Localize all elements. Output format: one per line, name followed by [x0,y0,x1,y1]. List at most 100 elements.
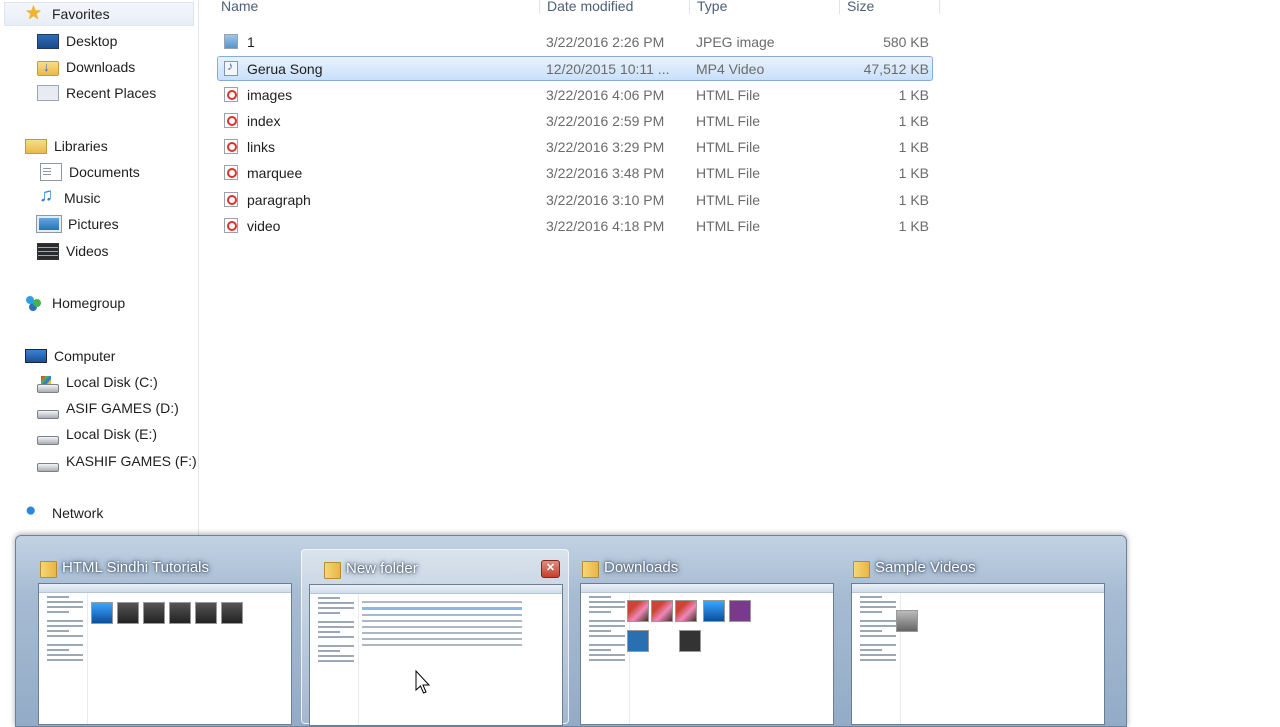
file-date: 12/20/2015 10:11 ... [546,61,670,77]
file-name: marquee [247,165,303,181]
close-icon[interactable]: ✕ [541,560,560,578]
thumbnail-downloads[interactable]: Downloads [560,549,834,725]
file-type: HTML File [696,192,761,208]
file-date: 3/22/2016 4:06 PM [546,87,665,103]
preview-content [362,597,558,725]
html-file-icon [224,192,238,207]
nav-favorites[interactable]: Favorites [4,2,194,26]
file-date: 3/22/2016 3:48 PM [546,165,665,181]
nav-label: Homegroup [52,295,126,311]
thumbnail-new-folder[interactable]: New folder ✕ [301,549,569,726]
folder-icon [40,559,58,578]
file-name: video [247,218,281,234]
nav-label: Network [52,505,104,521]
preview-nav [852,593,901,724]
file-type: HTML File [696,218,761,234]
window-preview [309,584,563,726]
nav-network[interactable]: Network [25,500,104,525]
nav-documents[interactable]: Documents [37,160,140,184]
column-header-date-modified[interactable]: Date modified [547,0,633,14]
nav-drive-d[interactable]: ASIF GAMES (D:) [37,396,179,420]
preview-toolbar [310,585,562,594]
nav-downloads[interactable]: Downloads [37,55,135,79]
homegroup-icon [25,294,45,312]
nav-label: Recent Places [66,85,157,101]
file-date: 3/22/2016 2:26 PM [546,34,665,50]
nav-label: Computer [54,348,116,364]
file-size: 1 KB [898,113,929,129]
column-divider[interactable] [689,0,690,14]
network-icon [25,500,45,522]
nav-label: ASIF GAMES (D:) [66,400,179,416]
file-type: HTML File [696,165,761,181]
nav-music[interactable]: Music [37,185,101,210]
file-row[interactable]: 1 3/22/2016 2:26 PM JPEG image 580 KB [217,29,933,54]
file-type: MP4 Video [696,61,765,77]
file-name: paragraph [247,192,311,208]
file-name: index [247,113,281,129]
file-name: images [247,87,293,103]
libraries-icon [25,138,47,154]
nav-label: Libraries [54,138,108,154]
column-divider[interactable] [839,0,840,14]
file-type: JPEG image [696,34,775,50]
desktop-icon [37,33,59,49]
file-row[interactable]: video 3/22/2016 4:18 PM HTML File 1 KB [217,213,933,238]
nav-label: Downloads [66,59,136,75]
file-row[interactable]: images 3/22/2016 4:06 PM HTML File 1 KB [217,82,933,107]
preview-toolbar [852,584,1104,593]
pictures-icon [36,215,62,233]
nav-drive-c[interactable]: Local Disk (C:) [37,370,158,394]
preview-nav [310,594,359,725]
file-row[interactable]: paragraph 3/22/2016 3:10 PM HTML File 1 … [217,187,933,212]
html-file-icon [224,87,238,102]
preview-content [91,596,287,724]
preview-nav [581,593,630,724]
file-name: links [247,139,276,155]
nav-computer[interactable]: Computer [25,344,115,368]
window-preview [38,583,292,725]
file-size: 1 KB [898,192,929,208]
file-row[interactable]: links 3/22/2016 3:29 PM HTML File 1 KB [217,134,933,159]
file-row-selected[interactable]: Gerua Song 12/20/2015 10:11 ... MP4 Vide… [217,56,933,81]
thumbnail-html-sindhi-tutorials[interactable]: HTML Sindhi Tutorials [18,549,292,725]
recent-places-icon [37,85,59,101]
preview-content [627,596,829,724]
column-divider[interactable] [539,0,540,14]
music-icon [37,185,57,207]
nav-drive-f[interactable]: KASHIF GAMES (F:) [37,449,197,473]
column-header-size[interactable]: Size [847,0,874,14]
file-name: 1 [247,34,255,50]
nav-pictures[interactable]: Pictures [36,212,119,236]
downloads-folder-icon [37,59,59,76]
file-row[interactable]: marquee 3/22/2016 3:48 PM HTML File 1 KB [217,160,933,185]
videos-icon [37,242,59,260]
nav-recent-places[interactable]: Recent Places [37,81,156,105]
computer-icon [25,349,47,363]
file-type: HTML File [696,87,761,103]
file-size: 1 KB [898,165,929,181]
nav-label: Local Disk (C:) [66,374,158,390]
drive-icon [37,409,59,419]
html-file-icon [224,218,238,233]
preview-toolbar [39,584,291,593]
file-row[interactable]: index 3/22/2016 2:59 PM HTML File 1 KB [217,108,933,133]
nav-label: Pictures [68,216,119,232]
nav-videos[interactable]: Videos [37,239,109,263]
jpeg-file-icon [224,34,238,49]
column-header-type[interactable]: Type [697,0,727,14]
thumbnail-title: New folder [346,560,418,577]
column-divider[interactable] [939,0,940,14]
nav-label: Documents [69,164,140,180]
thumbnail-sample-videos[interactable]: Sample Videos [831,549,1105,725]
column-header-name[interactable]: Name [221,0,258,14]
taskbar-thumbnail-flyout: HTML Sindhi Tutorials New folder ✕ Downl… [15,535,1127,727]
nav-homegroup[interactable]: Homegroup [25,291,125,315]
folder-icon [324,560,342,579]
nav-libraries[interactable]: Libraries [25,134,108,158]
nav-drive-e[interactable]: Local Disk (E:) [37,422,157,446]
nav-desktop[interactable]: Desktop [37,29,117,53]
nav-label: Music [64,190,101,206]
nav-label: Desktop [66,33,118,49]
file-list: Name Date modified Type Size 1 3/22/2016… [199,0,1280,535]
